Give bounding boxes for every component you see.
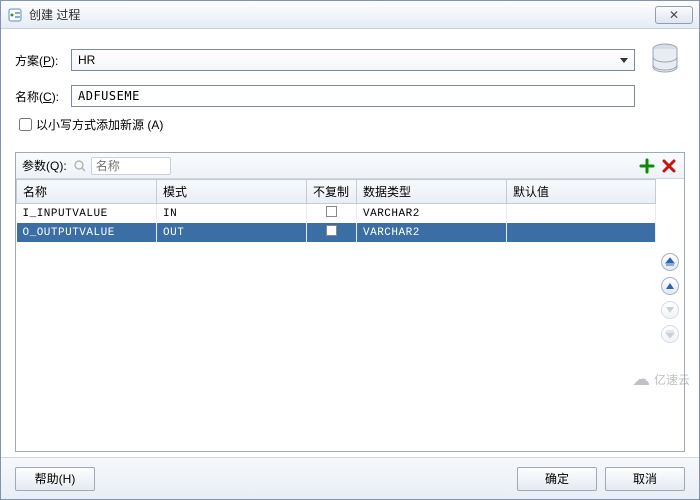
- dialog-title: 创建 过程: [29, 6, 80, 23]
- reorder-controls: [660, 253, 680, 343]
- move-bottom-button[interactable]: [661, 325, 679, 343]
- database-icon: [645, 43, 685, 77]
- dialog-footer: 帮助(H) 确定 取消: [1, 457, 699, 499]
- chevron-down-icon: [620, 58, 628, 63]
- delete-parameter-button[interactable]: [660, 157, 678, 175]
- column-header-mode[interactable]: 模式: [157, 180, 307, 204]
- column-header-default[interactable]: 默认值: [507, 180, 656, 204]
- scheme-label: 方案(P):: [15, 52, 71, 69]
- scheme-select[interactable]: HR: [71, 49, 635, 71]
- help-button[interactable]: 帮助(H): [15, 467, 95, 491]
- search-icon: [73, 159, 87, 173]
- nocopy-checkbox[interactable]: [326, 225, 337, 236]
- name-label: 名称(C):: [15, 88, 71, 105]
- create-procedure-dialog: 创建 过程 ✕ 方案(P): HR 名称(C):: [0, 0, 700, 500]
- procedure-icon: [7, 7, 23, 23]
- parameters-label: 参数(Q):: [22, 157, 67, 174]
- parameters-panel: 参数(Q):: [15, 152, 685, 452]
- close-icon: ✕: [669, 8, 679, 22]
- lowercase-checkbox[interactable]: [19, 118, 32, 131]
- add-parameter-button[interactable]: [638, 157, 656, 175]
- parameter-search-input[interactable]: [91, 157, 171, 175]
- name-input[interactable]: [71, 85, 635, 107]
- parameters-table: 名称 模式 不复制 数据类型 默认值 I_INPUTVALUE IN VARC: [16, 179, 656, 451]
- move-up-button[interactable]: [661, 277, 679, 295]
- table-row[interactable]: I_INPUTVALUE IN VARCHAR2: [17, 204, 656, 224]
- column-header-datatype[interactable]: 数据类型: [357, 180, 507, 204]
- scheme-value: HR: [78, 53, 95, 67]
- move-down-button[interactable]: [661, 301, 679, 319]
- close-button[interactable]: ✕: [655, 6, 693, 24]
- ok-button[interactable]: 确定: [517, 467, 597, 491]
- lowercase-label: 以小写方式添加新源 (A): [36, 116, 163, 133]
- table-row[interactable]: O_OUTPUTVALUE OUT VARCHAR2: [17, 223, 656, 242]
- nocopy-checkbox[interactable]: [326, 206, 337, 217]
- move-top-button[interactable]: [661, 253, 679, 271]
- titlebar: 创建 过程 ✕: [1, 1, 699, 29]
- cancel-button[interactable]: 取消: [605, 467, 685, 491]
- column-header-nocopy[interactable]: 不复制: [307, 180, 357, 204]
- column-header-name[interactable]: 名称: [17, 180, 157, 204]
